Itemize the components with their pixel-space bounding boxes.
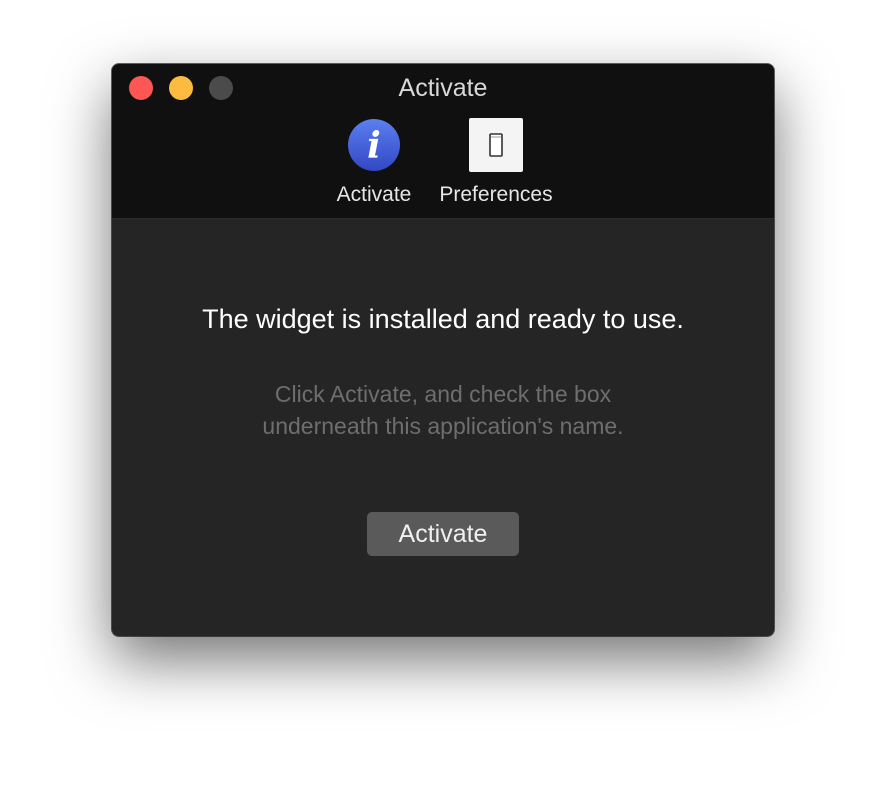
toolbar-label-activate: Activate	[336, 183, 412, 206]
toolbar-item-preferences[interactable]: Preferences	[428, 118, 564, 214]
light-switch-icon	[469, 118, 523, 172]
window-title: Activate	[398, 74, 488, 102]
svg-text:i: i	[367, 125, 381, 167]
activate-button[interactable]: Activate	[367, 512, 519, 556]
title-bar[interactable]: Activate i Activate Preferences	[112, 64, 774, 219]
preferences-window: Activate i Activate Preferences The widg…	[112, 64, 774, 636]
status-headline: The widget is installed and ready to use…	[202, 304, 684, 334]
toolbar-label-preferences: Preferences	[439, 183, 553, 206]
toolbar-item-activate[interactable]: i Activate	[324, 118, 424, 214]
info-icon: i	[348, 119, 400, 171]
instructions-text: Click Activate, and check the box undern…	[262, 381, 624, 439]
